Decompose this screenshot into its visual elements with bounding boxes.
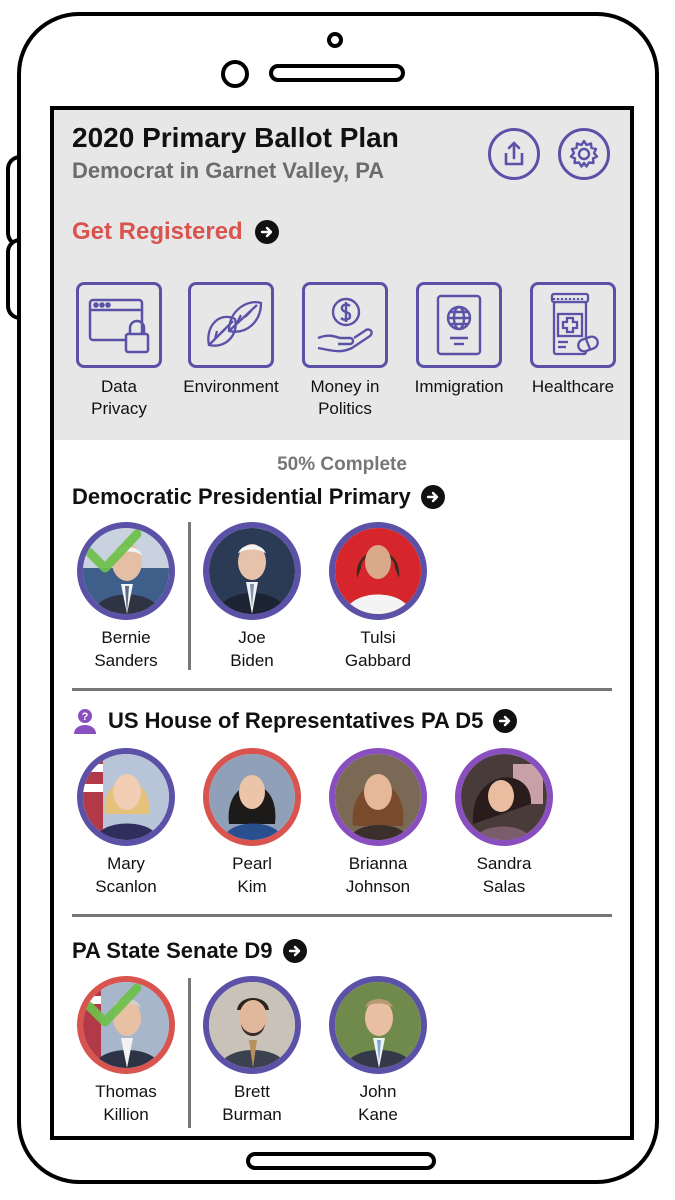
candidate-name: Pearl Kim — [232, 854, 272, 896]
issue-money-in-politics[interactable]: Money in Politics — [288, 282, 402, 420]
candidate-brianna-johnson[interactable]: Brianna Johnson — [322, 748, 434, 898]
candidate-name: Brianna Johnson — [345, 854, 411, 896]
ballot-header: 2020 Primary Ballot Plan Democrat in Gar… — [54, 110, 630, 440]
issue-immigration[interactable]: Immigration — [402, 282, 516, 398]
selection-divider — [188, 978, 191, 1128]
money-hand-icon — [317, 297, 373, 353]
candidate-bernie-sanders[interactable]: Bernie Sanders — [70, 522, 182, 672]
candidate-brett-burman[interactable]: Brett Burman — [196, 976, 308, 1126]
selection-divider — [188, 522, 191, 670]
get-registered-link[interactable]: Get Registered — [72, 218, 279, 246]
candidate-photo — [77, 976, 175, 1074]
section-divider — [72, 688, 612, 691]
candidate-john-kane[interactable]: John Kane — [322, 976, 434, 1126]
candidate-name: Brett Burman — [222, 1082, 282, 1124]
candidate-joe-biden[interactable]: Joe Biden — [196, 522, 308, 672]
candidate-pearl-kim[interactable]: Pearl Kim — [196, 748, 308, 898]
arrow-right-icon — [420, 485, 445, 509]
candidate-sandra-salas[interactable]: Sandra Salas — [448, 748, 560, 898]
candidate-photo — [455, 748, 553, 846]
gear-icon — [569, 139, 599, 168]
race-title-label: Democratic Presidential Primary — [72, 484, 411, 509]
leaf-icon — [207, 301, 263, 347]
candidate-photo — [77, 522, 175, 620]
candidate-photo — [329, 976, 427, 1074]
issue-filters: Data Privacy Environment Money in Politi… — [54, 282, 630, 432]
race-title-us-house[interactable]: ? US House of Representatives PA D5 — [72, 708, 518, 734]
candidate-photo — [203, 522, 301, 620]
issue-environment[interactable]: Environment — [174, 282, 288, 398]
share-button[interactable] — [488, 128, 540, 180]
data-privacy-icon — [88, 298, 150, 354]
page-subtitle: Democrat in Garnet Valley, PA — [72, 158, 385, 183]
candidate-photo — [329, 748, 427, 846]
section-divider — [72, 914, 612, 917]
app-screen: 2020 Primary Ballot Plan Democrat in Gar… — [50, 106, 634, 1140]
settings-button[interactable] — [558, 128, 610, 180]
issue-label: Immigration — [414, 377, 504, 396]
check-icon — [84, 529, 142, 573]
race-title-label: PA State Senate D9 — [72, 938, 273, 963]
front-camera-icon — [221, 60, 249, 88]
page-title: 2020 Primary Ballot Plan — [72, 122, 399, 153]
issue-healthcare[interactable]: Healthcare — [516, 282, 630, 398]
share-icon — [504, 141, 524, 166]
arrow-right-icon — [254, 220, 279, 244]
candidate-name: Joe Biden — [230, 628, 274, 670]
candidate-name: Tulsi Gabbard — [344, 628, 412, 670]
home-bar[interactable] — [246, 1152, 436, 1170]
issue-label: Healthcare — [531, 377, 615, 396]
issue-label: Data Privacy — [91, 377, 147, 418]
passport-icon — [436, 294, 482, 356]
race-title-label: US House of Representatives PA D5 — [108, 708, 484, 733]
arrow-right-icon — [493, 709, 518, 733]
candidate-name: Bernie Sanders — [94, 628, 158, 670]
candidate-thomas-killion[interactable]: Thomas Killion — [70, 976, 182, 1126]
race-title-presidential[interactable]: Democratic Presidential Primary — [72, 484, 445, 510]
svg-text:?: ? — [82, 711, 89, 723]
camera-icon — [327, 32, 343, 48]
candidate-photo — [77, 748, 175, 846]
speaker-grille — [269, 64, 405, 82]
question-person-icon: ? — [72, 708, 98, 734]
candidate-photo — [203, 976, 301, 1074]
candidate-name: Mary Scanlon — [95, 854, 157, 896]
candidate-photo — [329, 522, 427, 620]
candidate-name: Sandra Salas — [476, 854, 532, 896]
get-registered-label: Get Registered — [72, 218, 243, 245]
issue-data-privacy[interactable]: Data Privacy — [62, 282, 176, 420]
arrow-right-icon — [282, 939, 307, 963]
issue-label: Money in Politics — [310, 377, 380, 418]
candidate-tulsi-gabbard[interactable]: Tulsi Gabbard — [322, 522, 434, 672]
candidate-name: Thomas Killion — [95, 1082, 157, 1124]
candidate-photo — [203, 748, 301, 846]
medicine-icon — [550, 292, 599, 356]
candidate-mary-scanlon[interactable]: Mary Scanlon — [70, 748, 182, 898]
progress-label: 50% Complete — [277, 454, 407, 475]
issue-label: Environment — [183, 377, 279, 396]
race-title-pa-senate[interactable]: PA State Senate D9 — [72, 938, 307, 964]
candidate-name: John Kane — [358, 1082, 398, 1124]
check-icon — [84, 983, 142, 1027]
